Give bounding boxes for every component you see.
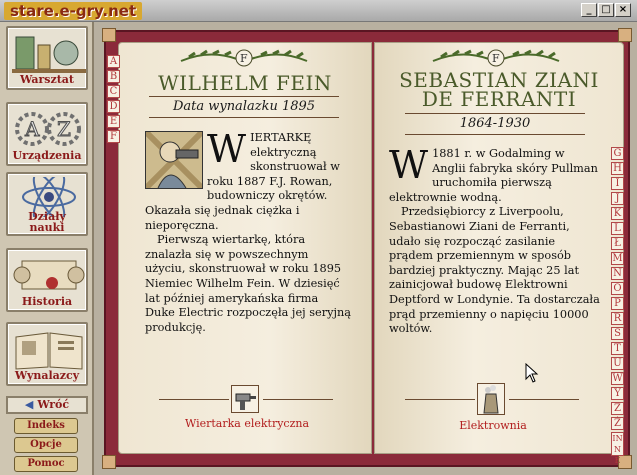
tab-letter[interactable]: L: [611, 222, 624, 235]
divider: [263, 399, 333, 400]
inventor-name: WILHELM FEIN: [158, 71, 332, 95]
life-dates: 1864-1930: [459, 116, 531, 131]
divider: [159, 399, 229, 400]
inventors-book-icon: [15, 332, 83, 370]
tab-letter[interactable]: I: [611, 177, 624, 190]
corner-ornament-icon: [102, 455, 116, 469]
svg-text:A: A: [24, 117, 40, 141]
tab-letter[interactable]: H: [611, 162, 624, 175]
back-label: Wróć: [37, 398, 70, 411]
options-button[interactable]: Opcje: [14, 437, 78, 453]
window-title: stare.e-gry.net: [4, 2, 143, 20]
tab-letter[interactable]: O: [611, 282, 624, 295]
help-button[interactable]: Pomoc: [14, 456, 78, 472]
sidebar-item-label: Działy nauki: [28, 210, 66, 234]
tab-letter[interactable]: K: [611, 207, 624, 220]
tab-letter[interactable]: S: [611, 327, 624, 340]
az-gears-icon: A Z: [15, 112, 81, 146]
drop-cap: W: [389, 143, 429, 187]
tab-letter[interactable]: W: [611, 372, 624, 385]
divider: [149, 96, 339, 97]
tab-letter[interactable]: F: [107, 130, 120, 143]
tab-letter[interactable]: E: [107, 115, 120, 128]
letter-badge: F: [240, 52, 248, 65]
power-plant-icon[interactable]: [477, 383, 505, 415]
inventor-portrait: [143, 129, 205, 191]
sidebar-item-history[interactable]: Historia: [6, 248, 88, 312]
invention-date: Data wynalazku 1895: [172, 99, 316, 114]
right-letter-tabs: G H I J K L Ł M N O P R S T U W Y Z Ż IN…: [611, 147, 624, 465]
sidebar-item-label: Urządzenia: [12, 149, 82, 162]
tab-letter[interactable]: Y: [611, 387, 624, 400]
tab-letter[interactable]: J: [611, 192, 624, 205]
tab-letter[interactable]: A: [107, 55, 120, 68]
tab-letter[interactable]: N: [611, 267, 624, 280]
tab-letter[interactable]: T: [611, 342, 624, 355]
left-page: A B C D E F F WILHELM FEIN Data wynalazk…: [107, 42, 372, 454]
title-bar: stare.e-gry.net _ □ ×: [0, 0, 637, 22]
index-button[interactable]: Indeks: [14, 418, 78, 434]
sidebar-item-science[interactable]: Działy nauki: [6, 172, 88, 236]
close-button[interactable]: ×: [615, 3, 631, 17]
tab-letter[interactable]: U: [611, 357, 624, 370]
arrow-left-icon: ◀: [24, 398, 34, 411]
corner-ornament-icon: [618, 28, 632, 42]
divider: [405, 134, 585, 135]
right-page: G H I J K L Ł M N O P R S T U W Y Z Ż IN…: [374, 42, 624, 465]
tab-letter-other[interactable]: INNE: [611, 432, 624, 465]
invention-caption[interactable]: Elektrownia: [435, 419, 551, 432]
tab-letter[interactable]: D: [107, 100, 120, 113]
svg-text:Z: Z: [57, 117, 71, 141]
invention-caption[interactable]: Wiertarka elektryczna: [179, 417, 315, 430]
mouse-cursor-icon: [525, 363, 539, 383]
sidebar-item-devices[interactable]: A Z Urządzenia: [6, 102, 88, 166]
tab-letter[interactable]: Ł: [611, 237, 624, 250]
tab-letter[interactable]: G: [611, 147, 624, 160]
divider: [405, 399, 475, 400]
sidebar-item-label: Wynalazcy: [14, 369, 80, 382]
divider: [509, 399, 579, 400]
drop-cap: W: [207, 127, 247, 171]
scroll-icon: [13, 260, 85, 290]
leaf-ornament-icon: F: [432, 49, 560, 67]
workshop-icon: [12, 36, 86, 73]
drill-icon[interactable]: [231, 385, 259, 413]
left-letter-tabs: A B C D E F: [107, 55, 120, 145]
sidebar-item-label: Warsztat: [19, 73, 75, 86]
divider: [405, 113, 585, 114]
inventor-name: SEBASTIAN ZIANI DE FERRANTI: [375, 70, 623, 111]
sidebar-item-label: Historia: [21, 295, 73, 308]
divider: [149, 117, 339, 118]
tab-letter[interactable]: R: [611, 312, 624, 325]
corner-ornament-icon: [102, 28, 116, 42]
minimize-button[interactable]: _: [581, 3, 597, 17]
tab-letter[interactable]: Z: [611, 402, 624, 415]
sidebar: Warsztat A Z Urządzenia Działy nauki His…: [0, 22, 94, 475]
letter-badge: F: [492, 52, 500, 65]
book-cover: A B C D E F F WILHELM FEIN Data wynalazk…: [102, 28, 632, 469]
maximize-button[interactable]: □: [598, 3, 614, 17]
paragraph: Pierwszą wiertarkę, która znalazła się w…: [145, 233, 351, 334]
name-line: DE FERRANTI: [421, 87, 577, 111]
book-area: A B C D E F F WILHELM FEIN Data wynalazk…: [96, 22, 637, 475]
right-body-text: W 1881 r. w Godalming w Anglii fabryka sk…: [389, 143, 601, 337]
leaf-ornament-icon: F: [180, 49, 308, 67]
left-body-text: W IERTARKĘ elektryczną skonstruował w rok…: [143, 127, 351, 335]
paragraph: Przedsiębiorcy z Liverpoolu, Sebastianow…: [389, 205, 600, 336]
tab-letter[interactable]: P: [611, 297, 624, 310]
back-button[interactable]: ◀ Wróć: [6, 396, 88, 414]
tab-letter[interactable]: M: [611, 252, 624, 265]
sidebar-item-inventors[interactable]: Wynalazcy: [6, 322, 88, 386]
tab-letter[interactable]: Ż: [611, 417, 624, 430]
sidebar-item-workshop[interactable]: Warsztat: [6, 26, 88, 90]
